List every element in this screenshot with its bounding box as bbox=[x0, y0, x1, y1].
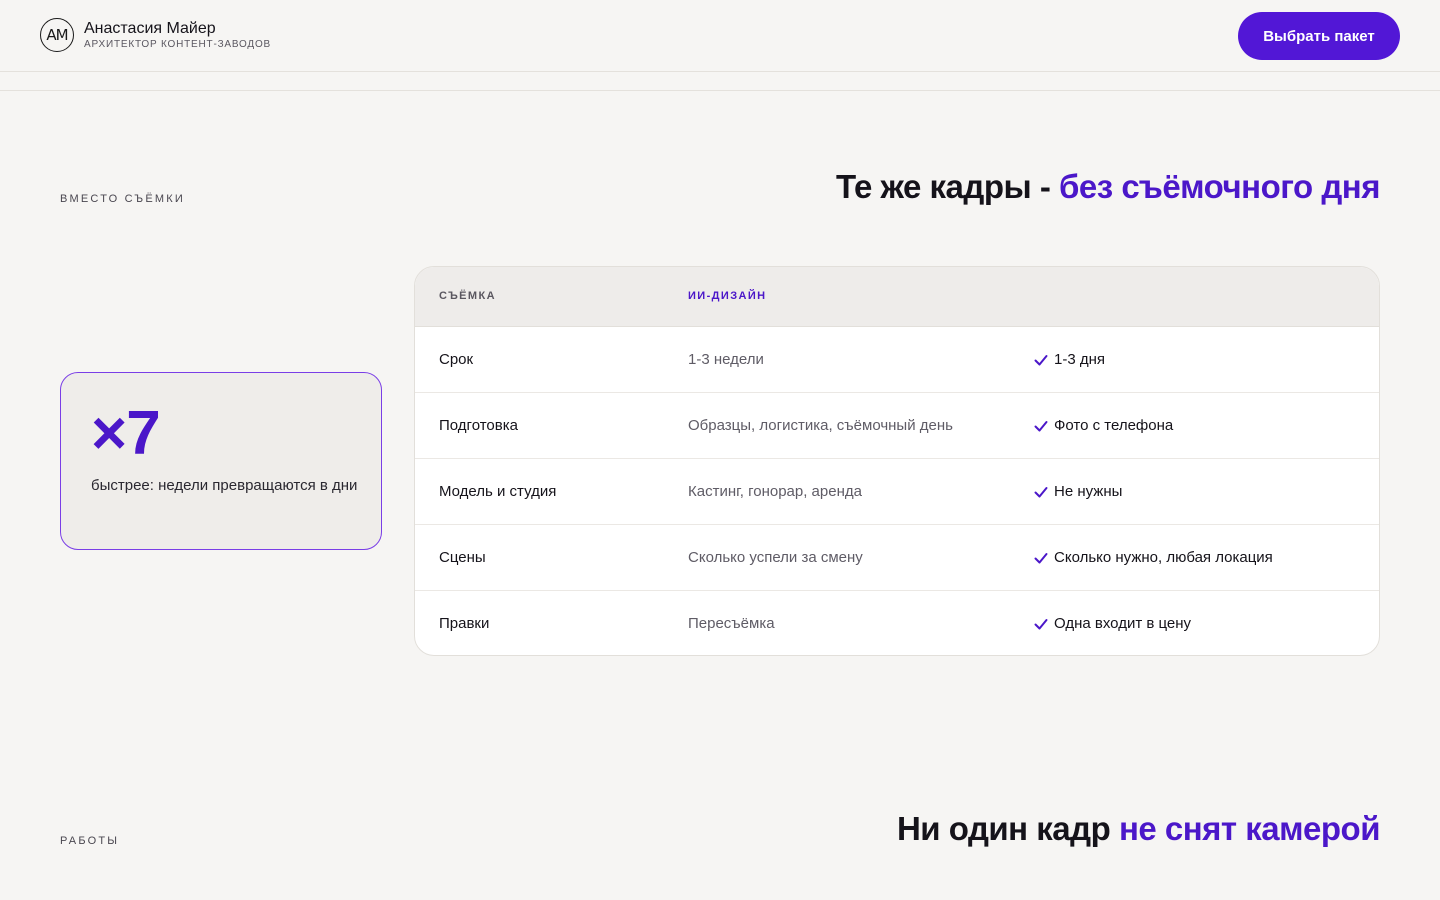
check-icon bbox=[1034, 552, 1048, 563]
row-shoot-value: Кастинг, гонорар, аренда bbox=[688, 483, 862, 500]
row-label: Сцены bbox=[439, 549, 486, 566]
row-label: Подготовка bbox=[439, 417, 518, 434]
table-header: СЪЁМКА ИИ-ДИЗАЙН bbox=[415, 267, 1379, 327]
row-ai-value: Фото с телефона bbox=[1054, 417, 1174, 434]
row-ai-value: Одна входит в цену bbox=[1054, 615, 1192, 632]
logo-monogram[interactable]: АМ bbox=[40, 18, 74, 52]
table-row: Срок 1-3 недели 1-3 дня bbox=[415, 327, 1379, 393]
table-row: Подготовка Образцы, логистика, съёмочный … bbox=[415, 393, 1379, 459]
check-icon bbox=[1034, 486, 1048, 497]
choose-package-button[interactable]: Выбрать пакет bbox=[1238, 12, 1400, 60]
row-label: Модель и студия bbox=[439, 483, 557, 500]
works-title-accent: не снят камерой bbox=[1118, 810, 1381, 847]
table-row: Модель и студия Кастинг, гонорар, аренда Н… bbox=[415, 459, 1379, 525]
row-shoot-value: Образцы, логистика, съёмочный день bbox=[688, 417, 953, 434]
row-shoot-value: 1-3 недели bbox=[688, 351, 764, 368]
table-row: Сцены Сколько успели за смену Сколько нужн… bbox=[415, 525, 1379, 591]
stat-description: быстрее: недели превращаются в дни bbox=[91, 477, 358, 494]
row-shoot-value: Пересъёмка bbox=[688, 615, 775, 632]
works-title-main: Ни один кадр bbox=[896, 810, 1119, 847]
row-ai-value-wrap: 1-3 дня bbox=[1033, 351, 1105, 368]
section-title: Те же кадры - без съёмочного дня bbox=[836, 168, 1380, 206]
stat-card: ×7 быстрее: недели превращаются в дни bbox=[60, 372, 382, 550]
row-ai-value-wrap: Одна входит в цену bbox=[1033, 615, 1191, 632]
header-shoot: СЪЁМКА bbox=[439, 290, 496, 302]
row-ai-value: 1-3 дня bbox=[1054, 351, 1106, 368]
section-eyebrow-works: РАБОТЫ bbox=[60, 835, 120, 847]
check-icon bbox=[1034, 354, 1048, 365]
row-label: Правки bbox=[439, 615, 490, 632]
check-icon bbox=[1034, 618, 1048, 629]
site-header: АМ Анастасия Майер АРХИТЕКТОР КОНТЕНТ-ЗА… bbox=[0, 0, 1440, 72]
brand-name: Анастасия Майер bbox=[84, 20, 216, 37]
section-title-main: Те же кадры - bbox=[836, 168, 1060, 205]
section-eyebrow: ВМЕСТО СЪЁМКИ bbox=[60, 193, 185, 205]
section-title-accent: без съёмочного дня bbox=[1059, 168, 1380, 205]
works-title: Ни один кадр не снят камерой bbox=[896, 810, 1381, 848]
row-ai-value-wrap: Фото с телефона bbox=[1033, 417, 1173, 434]
comparison-table: СЪЁМКА ИИ-ДИЗАЙН Срок 1-3 недели 1-3 дня По… bbox=[414, 266, 1380, 656]
row-ai-value: Сколько нужно, любая локация bbox=[1054, 549, 1273, 566]
row-shoot-value: Сколько успели за смену bbox=[688, 549, 863, 566]
stat-value: ×7 bbox=[91, 399, 161, 468]
brand-subtitle: АРХИТЕКТОР КОНТЕНТ-ЗАВОДОВ bbox=[84, 39, 272, 50]
divider bbox=[0, 90, 1440, 91]
row-ai-value: Не нужны bbox=[1054, 483, 1123, 500]
check-icon bbox=[1034, 420, 1048, 431]
row-ai-value-wrap: Не нужны bbox=[1033, 483, 1122, 500]
row-label: Срок bbox=[439, 351, 474, 368]
header-ai-design: ИИ-ДИЗАЙН bbox=[688, 290, 767, 302]
table-row: Правки Пересъёмка Одна входит в цену bbox=[415, 591, 1379, 655]
row-ai-value-wrap: Сколько нужно, любая локация bbox=[1033, 549, 1273, 566]
